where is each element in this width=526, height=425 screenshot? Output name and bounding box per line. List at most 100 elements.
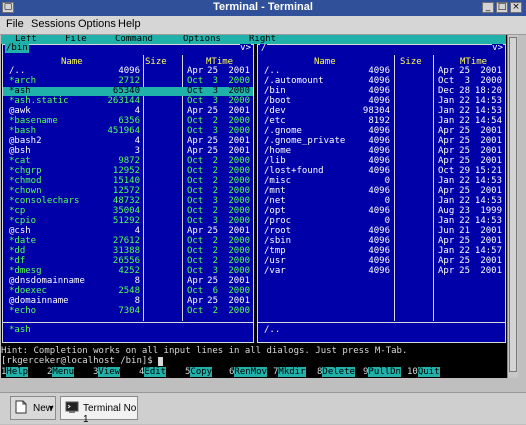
file-name: *bash bbox=[9, 126, 37, 136]
file-time: 2001 bbox=[228, 226, 250, 236]
fkey-menu[interactable]: 2Menu bbox=[47, 367, 75, 378]
file-row[interactable]: /misc 0 Jan 22 14:53 bbox=[258, 177, 505, 186]
fkey-copy[interactable]: 5Copy bbox=[185, 367, 213, 378]
file-time: 2001 bbox=[228, 296, 250, 306]
mc-menu-file[interactable]: File bbox=[65, 35, 87, 44]
file-row[interactable]: *basename 6356 Oct 2 2000 bbox=[3, 117, 253, 126]
file-month: Oct bbox=[187, 86, 204, 96]
command-line[interactable]: [rkgerceker@localhost /bin]$ bbox=[1, 357, 164, 366]
file-row[interactable]: /lib 4096 Apr 25 2001 bbox=[258, 157, 505, 166]
file-row[interactable]: /.. 4096 Apr 25 2001 bbox=[258, 67, 505, 76]
file-row[interactable]: /sbin 4096 Apr 25 2001 bbox=[258, 237, 505, 246]
file-row[interactable]: /.gnome 4096 Apr 25 2001 bbox=[258, 127, 505, 136]
file-row[interactable]: /lost+found 4096 Oct 29 15:21 bbox=[258, 167, 505, 176]
file-row[interactable]: /.automount 4096 Oct 3 2000 bbox=[258, 77, 505, 86]
file-day: 3 bbox=[212, 96, 218, 106]
title-bar[interactable]: ▢ Terminal - Terminal _ □ × bbox=[0, 0, 526, 17]
file-size: 4096 bbox=[368, 206, 390, 216]
file-row[interactable]: *doexec 2548 Oct 6 2000 bbox=[3, 287, 253, 296]
file-row[interactable]: *arch 2712 Oct 3 2000 bbox=[3, 77, 253, 86]
file-row[interactable]: @domainname 8 Apr 25 2001 bbox=[3, 297, 253, 306]
file-row[interactable]: /var 4096 Apr 25 2001 bbox=[258, 267, 505, 276]
file-size: 27612 bbox=[112, 236, 140, 246]
right-panel-corner[interactable]: v> bbox=[492, 44, 503, 53]
file-row[interactable]: *dmesg 4252 Oct 3 2000 bbox=[3, 267, 253, 276]
file-row[interactable]: *echo 7304 Oct 2 2000 bbox=[3, 307, 253, 316]
file-day: 28 bbox=[459, 86, 470, 96]
file-name: /.gnome_private bbox=[264, 136, 346, 146]
file-row[interactable]: /mnt 4096 Apr 25 2001 bbox=[258, 187, 505, 196]
file-time: 18:20 bbox=[474, 86, 502, 96]
file-row[interactable]: /home 4096 Apr 25 2001 bbox=[258, 147, 505, 156]
fkey-pulldn[interactable]: 9PullDn bbox=[363, 367, 401, 378]
file-row[interactable]: /dev 98304 Jan 22 14:53 bbox=[258, 107, 505, 116]
menu-options[interactable]: Options bbox=[78, 18, 116, 30]
terminal-tab[interactable]: Terminal No 1 bbox=[60, 396, 138, 425]
mc-menu-options[interactable]: Options bbox=[183, 35, 221, 44]
file-row[interactable]: @bsh 3 Apr 25 2001 bbox=[3, 147, 253, 156]
file-day: 29 bbox=[459, 166, 470, 176]
file-row[interactable]: /.gnome_private 4096 Apr 25 2001 bbox=[258, 137, 505, 146]
file-row[interactable]: *chown 12572 Oct 2 2000 bbox=[3, 187, 253, 196]
right-col-name[interactable]: Name bbox=[314, 58, 336, 67]
fkey-help[interactable]: 1Help bbox=[1, 367, 29, 378]
file-row[interactable]: *ash 65340 Oct 3 2000 bbox=[3, 87, 253, 96]
fkey-quit[interactable]: 10Quit bbox=[407, 367, 440, 378]
fkey-mkdir[interactable]: 7Mkdir bbox=[273, 367, 306, 378]
right-panel-divider bbox=[258, 322, 505, 323]
file-size: 2548 bbox=[118, 286, 140, 296]
file-month: Oct bbox=[187, 286, 204, 296]
left-col-name[interactable]: Name bbox=[61, 58, 83, 67]
file-row[interactable]: *cat 9872 Oct 2 2000 bbox=[3, 157, 253, 166]
file-row[interactable]: *dd 31388 Oct 2 2000 bbox=[3, 247, 253, 256]
right-col-size[interactable]: Size bbox=[400, 58, 422, 67]
new-session-button[interactable]: New ▼ bbox=[10, 396, 56, 420]
file-row[interactable]: /opt 4096 Aug 23 1999 bbox=[258, 207, 505, 216]
file-row[interactable]: *cpio 51292 Oct 3 2000 bbox=[3, 217, 253, 226]
maximize-icon[interactable]: □ bbox=[496, 2, 508, 13]
file-day: 25 bbox=[207, 146, 218, 156]
fkey-delete[interactable]: 8Delete bbox=[317, 367, 355, 378]
terminal-area[interactable]: Left File Command Options Right /bin v> … bbox=[1, 35, 518, 378]
file-row[interactable]: *bash 451964 Oct 3 2000 bbox=[3, 127, 253, 136]
file-row[interactable]: *cp 35004 Oct 2 2000 bbox=[3, 207, 253, 216]
file-row[interactable]: @dnsdomainname 8 Apr 25 2001 bbox=[3, 277, 253, 286]
minimize-icon[interactable]: _ bbox=[482, 2, 494, 13]
file-row[interactable]: /bin 4096 Dec 28 18:20 bbox=[258, 87, 505, 96]
menu-sessions[interactable]: Sessions bbox=[31, 18, 76, 30]
file-row[interactable]: /root 4096 Jun 21 2001 bbox=[258, 227, 505, 236]
file-row[interactable]: /usr 4096 Apr 25 2001 bbox=[258, 257, 505, 266]
file-row[interactable]: *date 27612 Oct 2 2000 bbox=[3, 237, 253, 246]
file-row[interactable]: /etc 8192 Jan 22 14:54 bbox=[258, 117, 505, 126]
menu-file[interactable]: File bbox=[6, 18, 24, 30]
file-row[interactable]: /net 0 Jan 22 14:53 bbox=[258, 197, 505, 206]
file-row[interactable]: *ash.static 263144 Oct 3 2000 bbox=[3, 97, 253, 106]
file-size: 4096 bbox=[368, 136, 390, 146]
file-row[interactable]: /tmp 4096 Jan 22 14:57 bbox=[258, 247, 505, 256]
file-row[interactable]: *consolechars 48732 Oct 3 2000 bbox=[3, 197, 253, 206]
file-row[interactable]: @csh 4 Apr 25 2001 bbox=[3, 227, 253, 236]
fkey-renmov[interactable]: 6RenMov bbox=[229, 367, 267, 378]
right-panel[interactable]: / v> Name Size MTime /.. 4096 Apr 25 2001/.a… bbox=[257, 44, 506, 343]
left-panel-corner[interactable]: v> bbox=[240, 44, 251, 53]
file-row[interactable]: /proc 0 Jan 22 14:53 bbox=[258, 217, 505, 226]
scrollbar-thumb[interactable] bbox=[509, 37, 517, 372]
file-time: 2000 bbox=[228, 176, 250, 186]
file-day: 25 bbox=[207, 66, 218, 76]
fkey-edit[interactable]: 4Edit bbox=[139, 367, 167, 378]
file-day: 6 bbox=[212, 286, 218, 296]
file-row[interactable]: @awk 4 Apr 25 2001 bbox=[3, 107, 253, 116]
file-row[interactable]: *df 26556 Oct 2 2000 bbox=[3, 257, 253, 266]
file-row[interactable]: *chgrp 12952 Oct 2 2000 bbox=[3, 167, 253, 176]
scrollbar[interactable] bbox=[507, 35, 518, 378]
menu-help[interactable]: Help bbox=[118, 18, 141, 30]
left-col-size[interactable]: Size bbox=[145, 58, 167, 67]
file-row[interactable]: /.. 4096 Apr 25 2001 bbox=[3, 67, 253, 76]
file-row[interactable]: /boot 4096 Jan 22 14:53 bbox=[258, 97, 505, 106]
mc-menu-command[interactable]: Command bbox=[115, 35, 153, 44]
fkey-view[interactable]: 3View bbox=[93, 367, 121, 378]
file-row[interactable]: *chmod 15140 Oct 2 2000 bbox=[3, 177, 253, 186]
close-icon[interactable]: × bbox=[510, 2, 522, 13]
file-row[interactable]: @bash2 4 Apr 25 2001 bbox=[3, 137, 253, 146]
left-panel[interactable]: /bin v> Name Size MTime /.. 4096 Apr 25 2001… bbox=[2, 44, 254, 343]
